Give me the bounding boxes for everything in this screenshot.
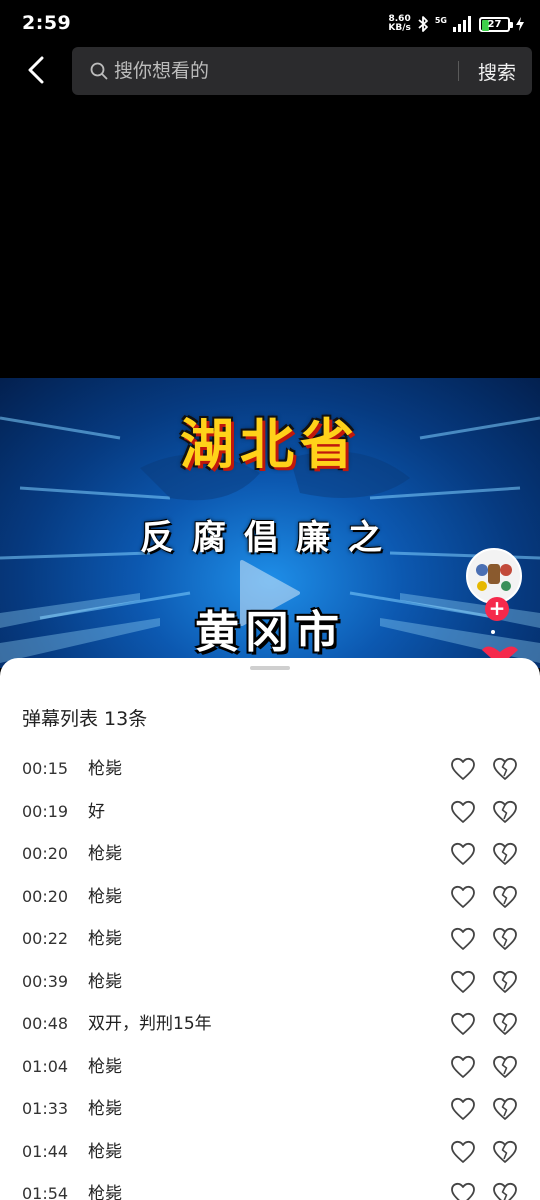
danmaku-text: 枪毙 [88, 759, 122, 779]
indicator-dot [491, 630, 495, 634]
heart-icon[interactable] [450, 1055, 476, 1079]
drag-handle[interactable] [250, 666, 290, 670]
danmaku-text: 枪毙 [88, 929, 122, 949]
broken-heart-icon[interactable] [492, 1097, 518, 1121]
broken-heart-icon[interactable] [492, 1140, 518, 1164]
back-button[interactable] [18, 52, 54, 88]
danmaku-row[interactable]: 00:15 枪毙 [0, 748, 540, 791]
heart-icon[interactable] [450, 842, 476, 866]
danmaku-time: 01:54 [22, 1184, 69, 1200]
danmaku-row[interactable]: 01:04 枪毙 [0, 1046, 540, 1089]
danmaku-text: 枪毙 [88, 1099, 122, 1119]
battery-icon: 27 [479, 16, 513, 32]
danmaku-time: 00:48 [22, 1014, 69, 1033]
danmaku-row[interactable]: 00:22 枪毙 [0, 918, 540, 961]
broken-heart-icon[interactable] [492, 927, 518, 951]
danmaku-text: 枪毙 [88, 1184, 122, 1200]
heart-icon[interactable] [450, 927, 476, 951]
danmaku-list: 00:15 枪毙 00:19 好 00:20 枪毙 00:20 枪毙 00:22 枪毙 00:39 枪… [0, 748, 540, 1200]
status-bar: 2:59 8.60 KB/s 5G 27 [0, 0, 540, 46]
video-title-line3: 黄冈市 [195, 607, 345, 658]
heart-icon[interactable] [450, 800, 476, 824]
search-button[interactable]: 搜索 [468, 47, 526, 95]
danmaku-row[interactable]: 01:33 枪毙 [0, 1088, 540, 1131]
screen: 2:59 8.60 KB/s 5G 27 搜你想看的 搜索 湖北省 反腐倡廉之 … [0, 0, 540, 1200]
danmaku-row[interactable]: 01:44 枪毙 [0, 1131, 540, 1174]
bluetooth-icon [417, 15, 429, 33]
danmaku-text: 好 [88, 801, 105, 822]
broken-heart-icon[interactable] [492, 842, 518, 866]
broken-heart-icon[interactable] [492, 970, 518, 994]
heart-icon[interactable] [450, 885, 476, 909]
search-bar: 搜索 [72, 47, 532, 95]
heart-icon[interactable] [450, 970, 476, 994]
heart-icon[interactable] [450, 1140, 476, 1164]
broken-heart-icon[interactable] [492, 1055, 518, 1079]
status-time: 2:59 [22, 12, 72, 34]
broken-heart-icon[interactable] [492, 885, 518, 909]
danmaku-time: 01:44 [22, 1141, 69, 1161]
danmaku-text: 枪毙 [88, 844, 122, 864]
avatar-image [468, 550, 520, 602]
chevron-left-icon [28, 56, 44, 84]
danmaku-text: 枪毙 [88, 886, 122, 907]
broken-heart-icon[interactable] [492, 757, 518, 781]
danmaku-row[interactable]: 00:20 枪毙 [0, 876, 540, 919]
search-divider [458, 61, 459, 81]
danmaku-time: 00:39 [22, 971, 69, 991]
danmaku-time: 00:20 [22, 844, 69, 863]
status-icons: 8.60 KB/s 5G 27 [388, 12, 524, 36]
heart-icon[interactable] [450, 1097, 476, 1121]
danmaku-time: 00:20 [22, 886, 69, 906]
sheet-title: 弹幕列表 13条 [22, 708, 148, 730]
network-type: 5G [434, 15, 447, 25]
danmaku-time: 00:22 [22, 929, 69, 948]
battery-level: 27 [487, 18, 502, 30]
search-icon [90, 62, 108, 80]
heart-icon[interactable] [450, 1012, 476, 1036]
broken-heart-icon[interactable] [492, 1012, 518, 1036]
danmaku-row[interactable]: 00:19 好 [0, 791, 540, 834]
broken-heart-icon[interactable] [492, 1182, 518, 1200]
danmaku-row[interactable]: 01:54 枪毙 [0, 1173, 540, 1200]
signal-icon [453, 16, 473, 32]
danmaku-text: 枪毙 [88, 971, 122, 992]
danmaku-list-sheet: 弹幕列表 13条 00:15 枪毙 00:19 好 00:20 枪毙 00:20 枪毙 00:2… [0, 658, 540, 1200]
heart-icon[interactable] [450, 1182, 476, 1200]
network-speed-unit: KB/s [388, 23, 411, 33]
video-player[interactable]: 湖北省 反腐倡廉之 黄冈市 [0, 378, 540, 668]
danmaku-time: 01:04 [22, 1056, 69, 1076]
danmaku-text: 枪毙 [88, 1056, 122, 1077]
danmaku-row[interactable]: 00:20 枪毙 [0, 833, 540, 876]
danmaku-row[interactable]: 00:48 双开，判刑15年 [0, 1003, 540, 1046]
video-title-line1: 湖北省 [180, 413, 360, 476]
danmaku-time: 00:19 [22, 801, 69, 821]
follow-button[interactable]: + [485, 597, 509, 621]
danmaku-text: 双开，判刑15年 [88, 1014, 212, 1034]
charging-icon [516, 17, 524, 31]
video-title-line2: 反腐倡廉之 [140, 518, 400, 558]
danmaku-time: 01:33 [22, 1099, 69, 1118]
broken-heart-icon[interactable] [492, 800, 518, 824]
network-speed: 8.60 KB/s [388, 15, 410, 33]
danmaku-time: 00:15 [22, 759, 69, 778]
danmaku-text: 枪毙 [88, 1141, 122, 1162]
danmaku-row[interactable]: 00:39 枪毙 [0, 961, 540, 1004]
heart-icon[interactable] [450, 757, 476, 781]
search-input[interactable] [114, 47, 454, 95]
